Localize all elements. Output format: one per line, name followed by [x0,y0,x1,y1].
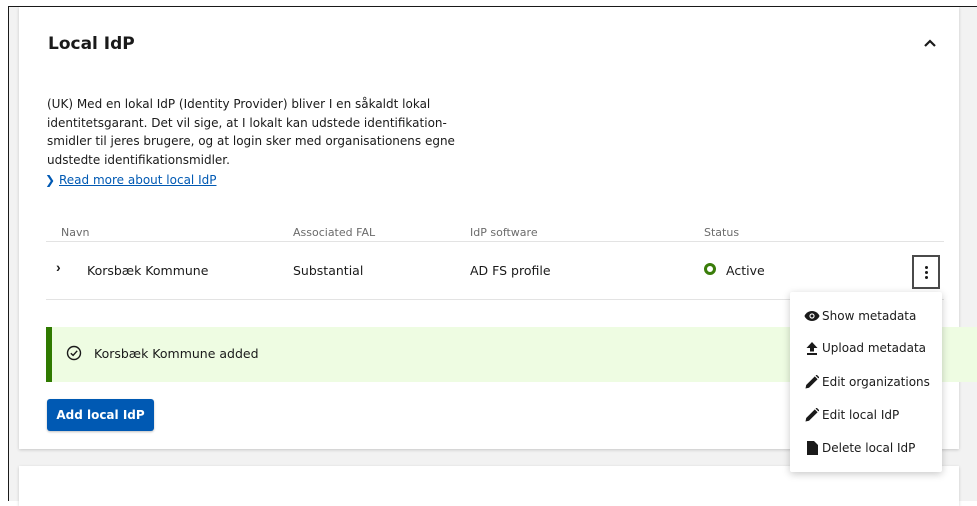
description-line: smidler til jeres brugere, og at login s… [47,134,455,148]
menu-item-label: Upload metadata [822,341,927,355]
next-card [19,466,959,506]
chevron-right-icon: ❯ [45,173,56,187]
read-more: ❯ Read more about local IdP [45,173,216,187]
menu-item-label: Edit organizations [822,375,930,389]
column-header-fal[interactable]: Associated FAL [293,226,375,239]
kebab-dot-icon [924,265,928,269]
cell-status: Active [726,263,765,278]
description-line: identitetsgarant. Det vil sige, at I lok… [47,115,447,130]
kebab-dot-icon [924,270,928,274]
menu-item-label: Delete local IdP [822,441,916,455]
header-divider [46,241,944,242]
chevron-up-icon[interactable] [923,38,937,48]
column-header-software[interactable]: IdP software [470,226,538,239]
column-header-status[interactable]: Status [704,226,739,239]
menu-item-edit-local-idp[interactable]: Edit local IdP [790,399,942,431]
row-actions-menu-button[interactable] [912,255,940,289]
file-delete-icon [804,440,820,456]
status-active-icon [704,263,716,275]
menu-item-delete-local-idp[interactable]: Delete local IdP [790,432,942,464]
cell-fal: Substantial [293,263,364,278]
menu-item-label: Edit local IdP [822,408,900,422]
add-local-idp-button[interactable]: Add local IdP [47,399,154,431]
menu-item-label: Show metadata [822,309,917,323]
eye-icon [804,308,820,324]
read-more-link[interactable]: Read more about local IdP [59,173,216,187]
row-actions-dropdown: Show metadata Upload metadata Edit organ… [790,292,942,472]
column-header-name[interactable]: Navn [61,226,89,239]
description-line: (UK) Med en lokal IdP (Identity Provider… [47,97,431,111]
upload-icon [804,340,820,356]
expand-row-icon[interactable]: › [56,259,61,275]
cell-name: Korsbæk Kommune [87,263,209,278]
pencil-icon [804,407,820,423]
description-line: udstedte identifikationsmidler. [47,152,230,167]
section-description: (UK) Med en lokal IdP (Identity Provider… [47,95,467,169]
alert-message: Korsbæk Kommune added [94,346,259,361]
card-title: Local IdP [48,34,135,54]
menu-item-upload-metadata[interactable]: Upload metadata [790,332,942,364]
kebab-dot-icon [924,275,928,279]
pencil-icon [804,374,820,390]
check-circle-icon [66,345,82,361]
menu-item-edit-organizations[interactable]: Edit organizations [790,366,942,398]
menu-item-show-metadata[interactable]: Show metadata [790,300,942,332]
cell-software: AD FS profile [470,263,551,278]
